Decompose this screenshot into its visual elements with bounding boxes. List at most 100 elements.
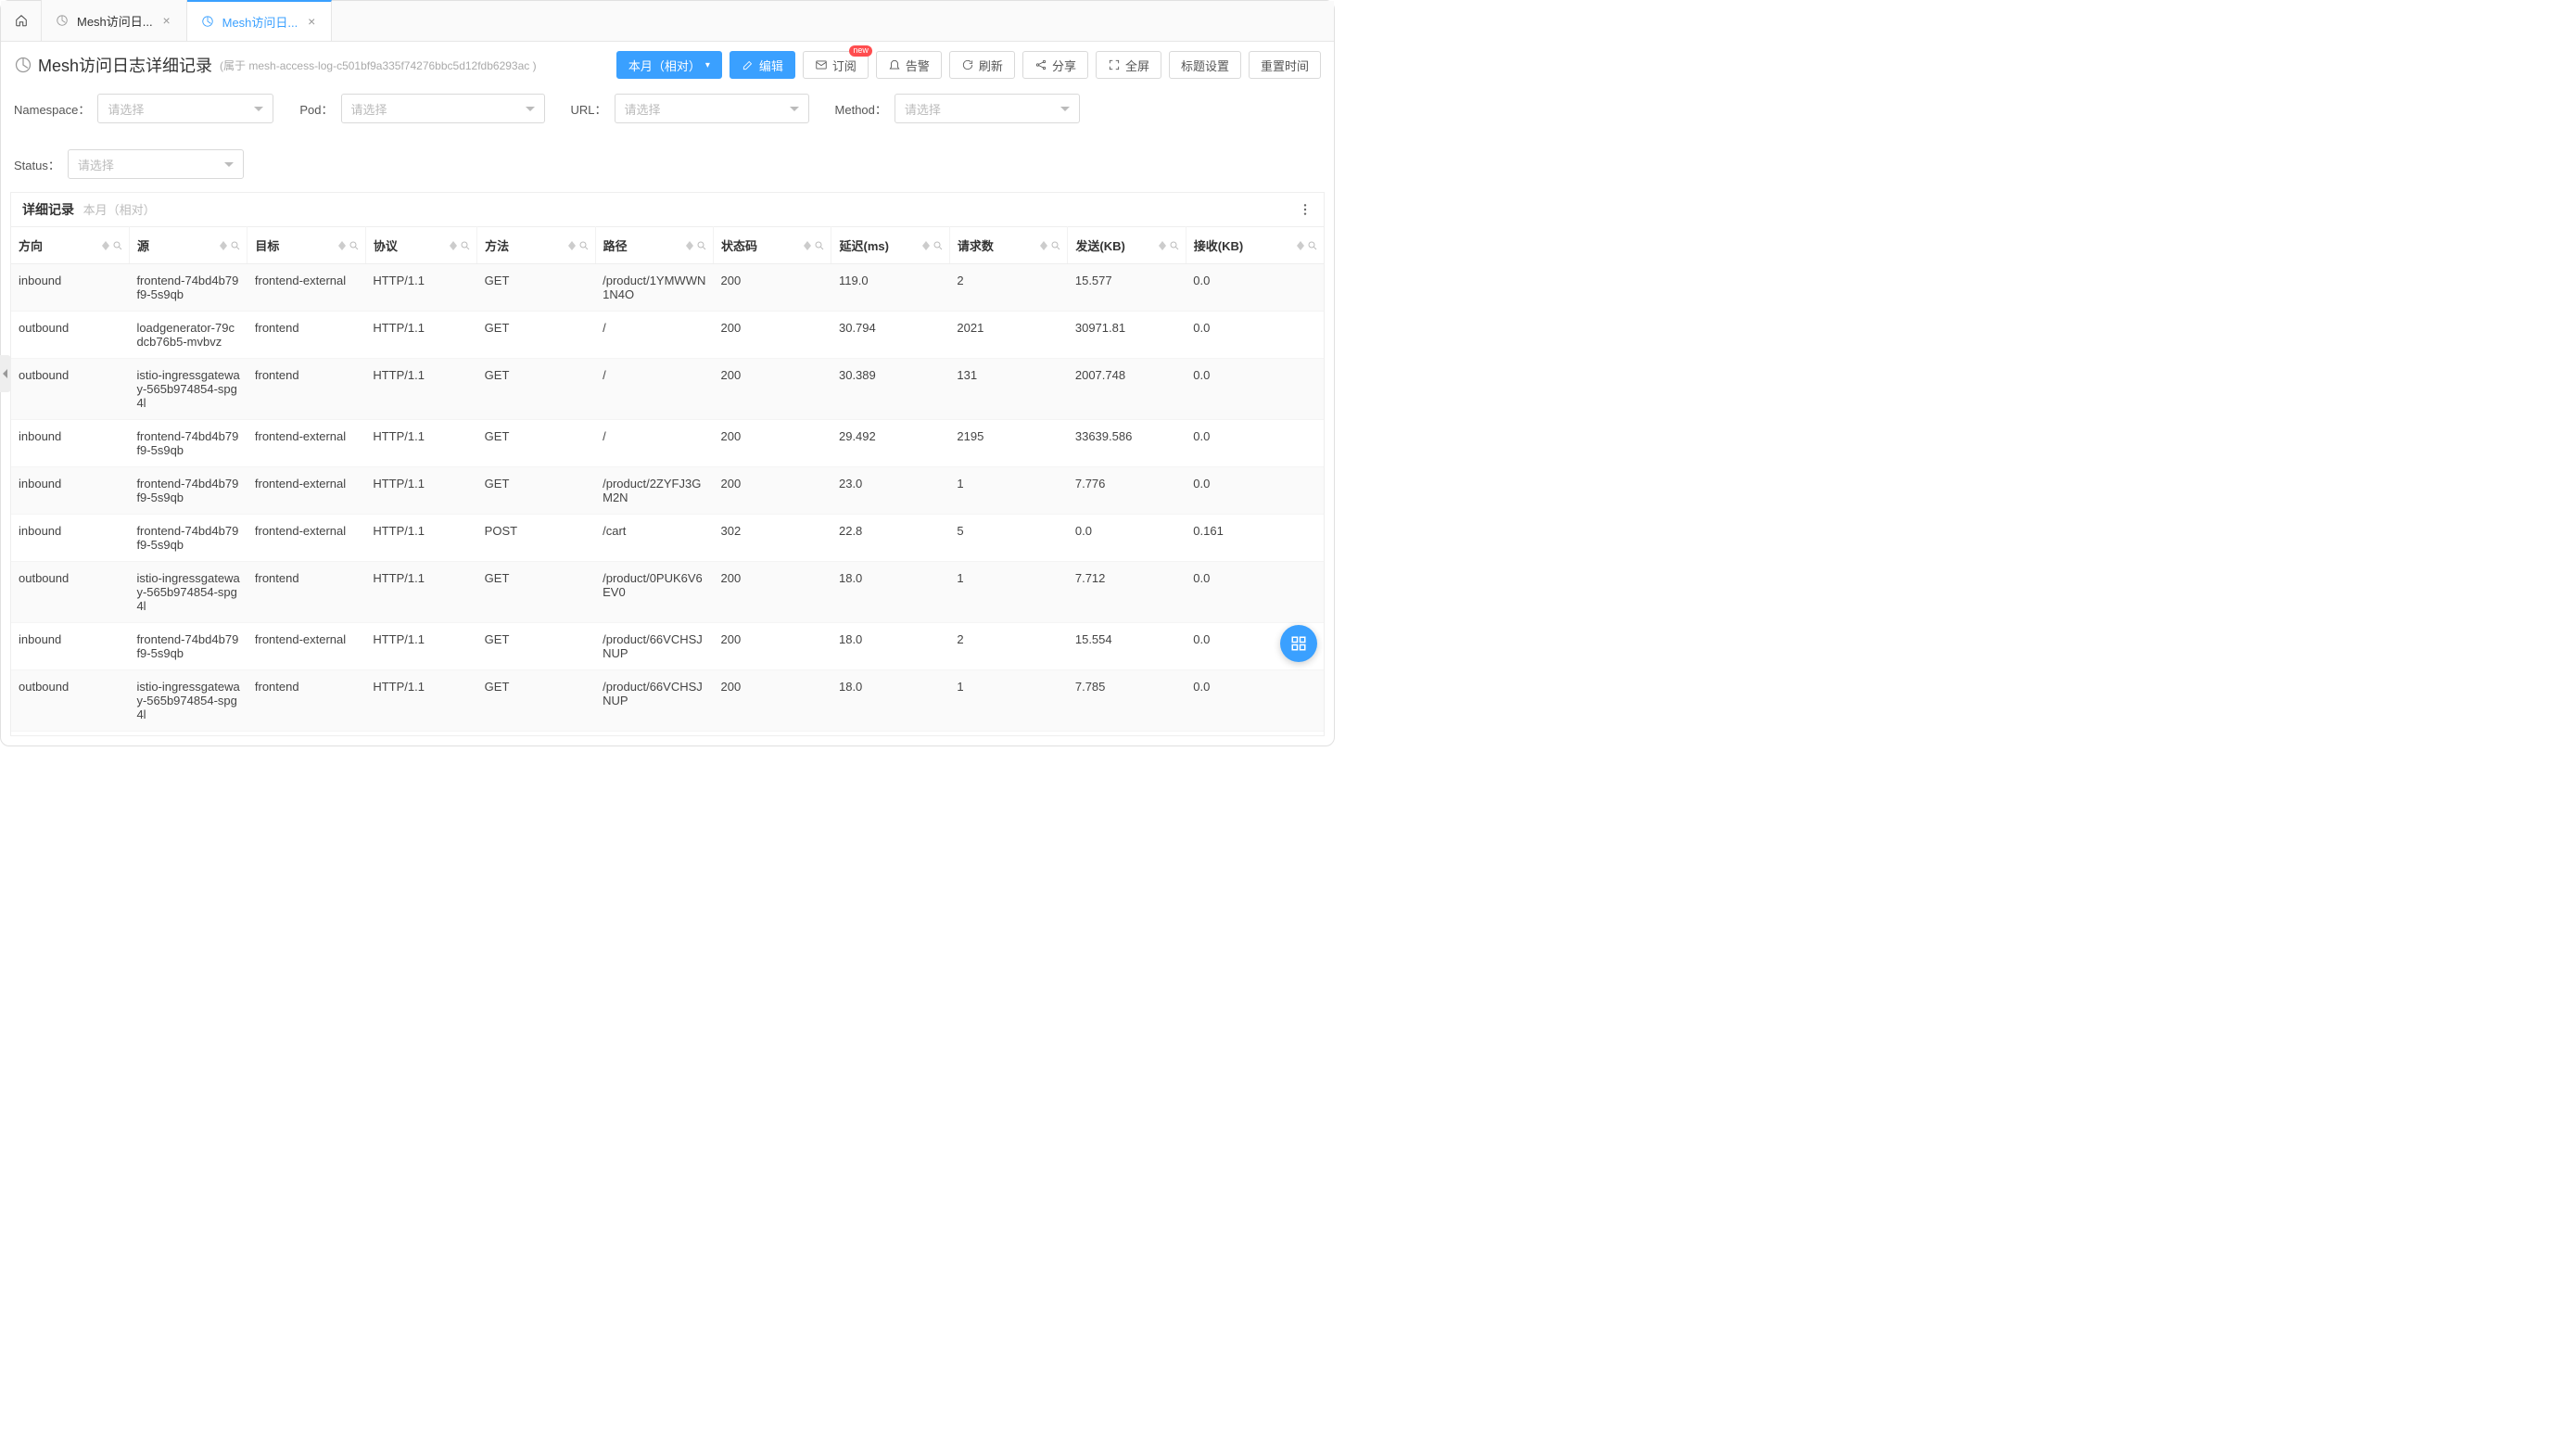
table-row[interactable]: inboundfrontend-74bd4b79f9-5s9qbfrontend…	[11, 623, 1324, 670]
table-row[interactable]: outboundloadgenerator-79cdcb76b5-mvbvzfr…	[11, 312, 1324, 359]
time-range-button[interactable]: 本月（相对） ▾	[616, 51, 722, 79]
table-row[interactable]: outboundistio-ingressgateway-565b974854-…	[11, 670, 1324, 732]
cell-path: /product/66VCHSJNUP	[595, 670, 713, 732]
pod-select[interactable]: 请选择	[341, 94, 545, 123]
col-label: 方法	[485, 239, 509, 253]
tab-close-button[interactable]: ×	[160, 14, 173, 27]
cell-target: frontend-external	[247, 264, 365, 312]
table-scroll[interactable]: 方向 源 目标 协议	[11, 226, 1324, 735]
search-icon[interactable]	[1050, 240, 1061, 251]
col-send[interactable]: 发送(KB)	[1068, 227, 1186, 264]
detail-panel: 详细记录 本月（相对） 方向 源 目标	[10, 192, 1325, 736]
title-settings-button[interactable]: 标题设置	[1169, 51, 1241, 79]
status-select[interactable]: 请选择	[68, 149, 244, 179]
cell-send: 7.785	[1068, 670, 1186, 732]
cell-method: GET	[477, 264, 595, 312]
namespace-select[interactable]: 请选择	[97, 94, 273, 123]
home-tab[interactable]	[1, 0, 42, 41]
search-icon[interactable]	[1307, 240, 1318, 251]
cell-method: GET	[477, 420, 595, 467]
table-row[interactable]: outboundistio-ingressgateway-565b974854-…	[11, 359, 1324, 420]
search-icon[interactable]	[460, 240, 471, 251]
sort-icon[interactable]	[102, 241, 109, 250]
subscribe-button[interactable]: 订阅 new	[803, 51, 869, 79]
cell-target: frontend	[247, 359, 365, 420]
sort-icon[interactable]	[1159, 241, 1166, 250]
col-status[interactable]: 状态码	[714, 227, 831, 264]
col-target[interactable]: 目标	[247, 227, 365, 264]
col-recv[interactable]: 接收(KB)	[1186, 227, 1324, 264]
edit-button[interactable]: 编辑	[730, 51, 795, 79]
search-icon[interactable]	[349, 240, 360, 251]
sort-icon[interactable]	[568, 241, 576, 250]
mail-icon	[815, 58, 828, 71]
sort-icon[interactable]	[450, 241, 457, 250]
refresh-button[interactable]: 刷新	[949, 51, 1015, 79]
cell-path: /product/0PUK6V6EV0	[595, 562, 713, 623]
col-requests[interactable]: 请求数	[949, 227, 1067, 264]
url-select[interactable]: 请选择	[615, 94, 809, 123]
sort-icon[interactable]	[1040, 241, 1047, 250]
tab-0[interactable]: Mesh访问日... ×	[42, 0, 187, 41]
widgets-fab[interactable]	[1280, 625, 1317, 662]
table-row[interactable]: inboundfrontend-74bd4b79f9-5s9qbfrontend…	[11, 515, 1324, 562]
method-select[interactable]: 请选择	[895, 94, 1080, 123]
tab-1[interactable]: Mesh访问日... ×	[187, 0, 333, 41]
cell-requests: 1	[949, 670, 1067, 732]
search-icon[interactable]	[578, 240, 590, 251]
fullscreen-button[interactable]: 全屏	[1096, 51, 1161, 79]
cell-direction: outbound	[11, 562, 129, 623]
col-label: 协议	[374, 239, 398, 253]
search-icon[interactable]	[112, 240, 123, 251]
pencil-icon	[742, 58, 755, 71]
tab-close-button[interactable]: ×	[305, 15, 318, 28]
sort-icon[interactable]	[922, 241, 930, 250]
chevron-left-icon	[2, 369, 9, 378]
col-label: 路径	[603, 239, 628, 253]
cell-direction: outbound	[11, 670, 129, 732]
sort-icon[interactable]	[804, 241, 811, 250]
reset-time-button[interactable]: 重置时间	[1249, 51, 1321, 79]
sort-icon[interactable]	[686, 241, 693, 250]
search-icon[interactable]	[1169, 240, 1180, 251]
search-icon[interactable]	[814, 240, 825, 251]
cell-path: /	[595, 420, 713, 467]
table-row[interactable]: outboundistio-ingressgateway-565b974854-…	[11, 562, 1324, 623]
search-icon[interactable]	[696, 240, 707, 251]
cell-path: /product/66VCHSJNUP	[595, 623, 713, 670]
col-source[interactable]: 源	[129, 227, 247, 264]
search-icon[interactable]	[933, 240, 944, 251]
alarm-button[interactable]: 告警	[876, 51, 942, 79]
sort-icon[interactable]	[220, 241, 227, 250]
col-protocol[interactable]: 协议	[365, 227, 476, 264]
sort-icon[interactable]	[1297, 241, 1304, 250]
col-label: 接收(KB)	[1194, 239, 1243, 253]
col-direction[interactable]: 方向	[11, 227, 129, 264]
table-row[interactable]: inboundfrontend-74bd4b79f9-5s9qbfrontend…	[11, 264, 1324, 312]
sort-icon[interactable]	[338, 241, 346, 250]
chart-icon	[14, 56, 32, 74]
panel-more-button[interactable]	[1298, 202, 1313, 217]
col-path[interactable]: 路径	[595, 227, 713, 264]
col-latency[interactable]: 延迟(ms)	[831, 227, 949, 264]
cell-recv: 0.0	[1186, 732, 1324, 736]
col-label: 延迟(ms)	[839, 239, 888, 253]
table-row[interactable]: inboundfrontend-74bd4b79f9-5s9qbfrontend…	[11, 420, 1324, 467]
cell-method: GET	[477, 732, 595, 736]
col-method[interactable]: 方法	[477, 227, 595, 264]
share-button[interactable]: 分享	[1022, 51, 1088, 79]
cell-direction: inbound	[11, 420, 129, 467]
search-icon[interactable]	[230, 240, 241, 251]
cell-latency: 18.0	[831, 670, 949, 732]
cell-direction: inbound	[11, 264, 129, 312]
tab-label: Mesh访问日...	[77, 12, 153, 30]
table-row[interactable]: outboundistio-ingressgateway-565b974854-…	[11, 732, 1324, 736]
cell-path: /product/1YMWWN1N4O	[595, 264, 713, 312]
cell-status: 200	[714, 312, 831, 359]
cell-send: 30971.81	[1068, 312, 1186, 359]
cell-status: 200	[714, 732, 831, 736]
col-label: 状态码	[721, 239, 757, 253]
sidebar-collapse-handle[interactable]	[0, 355, 11, 392]
cell-requests: 1	[949, 562, 1067, 623]
table-row[interactable]: inboundfrontend-74bd4b79f9-5s9qbfrontend…	[11, 467, 1324, 515]
